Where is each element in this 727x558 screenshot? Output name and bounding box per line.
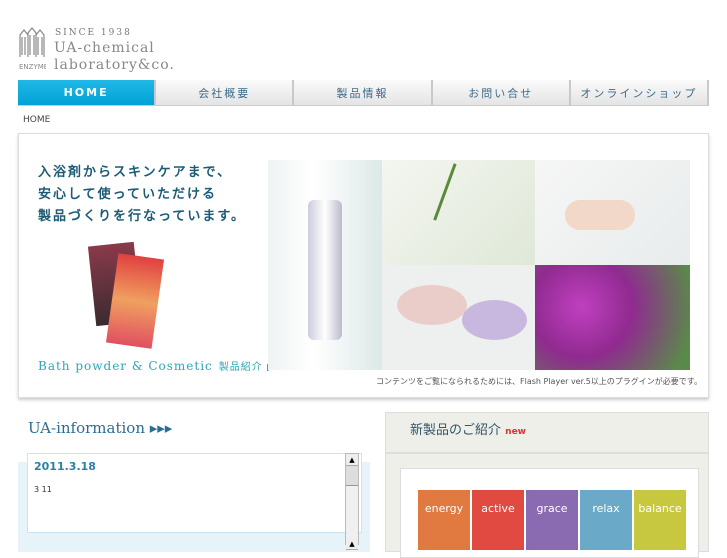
since-label: SINCE 1938 <box>55 28 132 38</box>
logo-mark-icon: ENZYME <box>19 27 46 71</box>
product-grace[interactable]: grace <box>526 490 578 550</box>
news-text: 3 11 <box>34 485 52 494</box>
catch-line: 安心して使っていただける <box>38 187 217 202</box>
svg-text:ENZYME: ENZYME <box>19 63 46 71</box>
scroll-up-icon[interactable]: ▲ <box>346 538 358 550</box>
orchid-photo <box>535 265 690 370</box>
nav-products[interactable]: 製品情報 <box>294 80 433 106</box>
new-products-title-text: 新製品のご紹介 <box>410 423 502 438</box>
company-name-line1: UA-chemical <box>54 40 155 56</box>
catch-line: 入浴剤からスキンケアまで、 <box>38 165 233 180</box>
bath-link-text: Bath powder & Cosmetic <box>38 359 213 373</box>
news-date: 2011.3.18 <box>34 460 96 473</box>
product-relax[interactable]: relax <box>580 490 632 550</box>
bottle-photo <box>268 160 382 370</box>
breadcrumb: HOME <box>23 115 51 125</box>
product-energy[interactable]: energy <box>418 490 470 550</box>
product-balance[interactable]: balance <box>634 490 686 550</box>
company-name[interactable]: UA-chemical laboratory&co. <box>54 40 175 74</box>
scroll-up-icon[interactable]: ▲ <box>346 454 358 466</box>
scroll-thumb[interactable] <box>346 466 358 486</box>
ua-information-title: UA-information ▸▸▸ <box>28 419 173 437</box>
catch-line: 製品づくりを行なっています。 <box>38 209 247 224</box>
bath-powder-link[interactable]: Bath powder & Cosmetic 製品紹介 ▶ <box>38 358 276 373</box>
herb-photo <box>382 160 535 265</box>
company-name-line2: laboratory&co. <box>54 57 175 73</box>
flash-player-note: コンテンツをご覧になられるためには、Flash Player ver.5以上のプ… <box>376 377 702 386</box>
nav-home[interactable]: HOME <box>18 80 157 106</box>
nav-company[interactable]: 会社概要 <box>156 80 295 106</box>
bath-salt-bowls-photo <box>382 265 535 370</box>
hand-photo <box>535 160 690 265</box>
nav-contact[interactable]: お問い合せ <box>432 80 571 106</box>
product-active[interactable]: active <box>472 490 524 550</box>
info-scrollbar[interactable]: ▲ ▲ <box>345 453 359 550</box>
main-nav: HOME 会社概要 製品情報 お問い合せ オンラインショップ <box>18 80 710 106</box>
new-products-title: 新製品のご紹介 new <box>410 419 526 438</box>
hero-catchphrase: 入浴剤からスキンケアまで、 安心して使っていただける 製品づくりを行なっています… <box>38 162 246 228</box>
nav-online-shop[interactable]: オンラインショップ <box>570 80 710 106</box>
new-badge: new <box>505 427 526 437</box>
